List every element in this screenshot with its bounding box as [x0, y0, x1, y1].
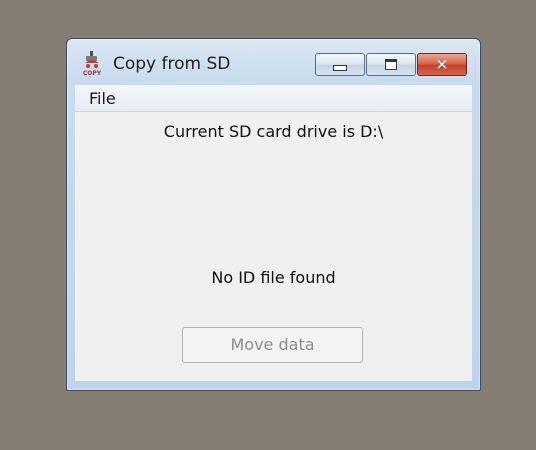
close-button[interactable]: ✕: [417, 53, 467, 76]
id-file-status-label: No ID file found: [211, 268, 336, 287]
copy-from-sd-window: COPY Copy from SD ✕ File Current SD card…: [66, 38, 481, 391]
minimize-button[interactable]: [315, 53, 365, 76]
desktop: COPY Copy from SD ✕ File Current SD card…: [0, 0, 536, 450]
client-area: Current SD card drive is D:\ No ID file …: [75, 112, 472, 381]
close-icon: ✕: [435, 54, 449, 74]
sd-copy-app-icon: COPY: [82, 51, 102, 77]
window-title: Copy from SD: [113, 54, 231, 74]
app-icon-text: COPY: [83, 70, 102, 77]
title-bar[interactable]: COPY Copy from SD ✕: [67, 39, 480, 83]
sd-drive-label: Current SD card drive is D:\: [163, 122, 384, 141]
maximize-button[interactable]: [366, 53, 416, 76]
maximize-icon: [385, 59, 397, 70]
move-data-button[interactable]: Move data: [182, 327, 363, 363]
menu-item-file[interactable]: File: [89, 89, 116, 108]
minimize-icon: [333, 64, 347, 71]
menu-bar: File: [75, 85, 472, 112]
